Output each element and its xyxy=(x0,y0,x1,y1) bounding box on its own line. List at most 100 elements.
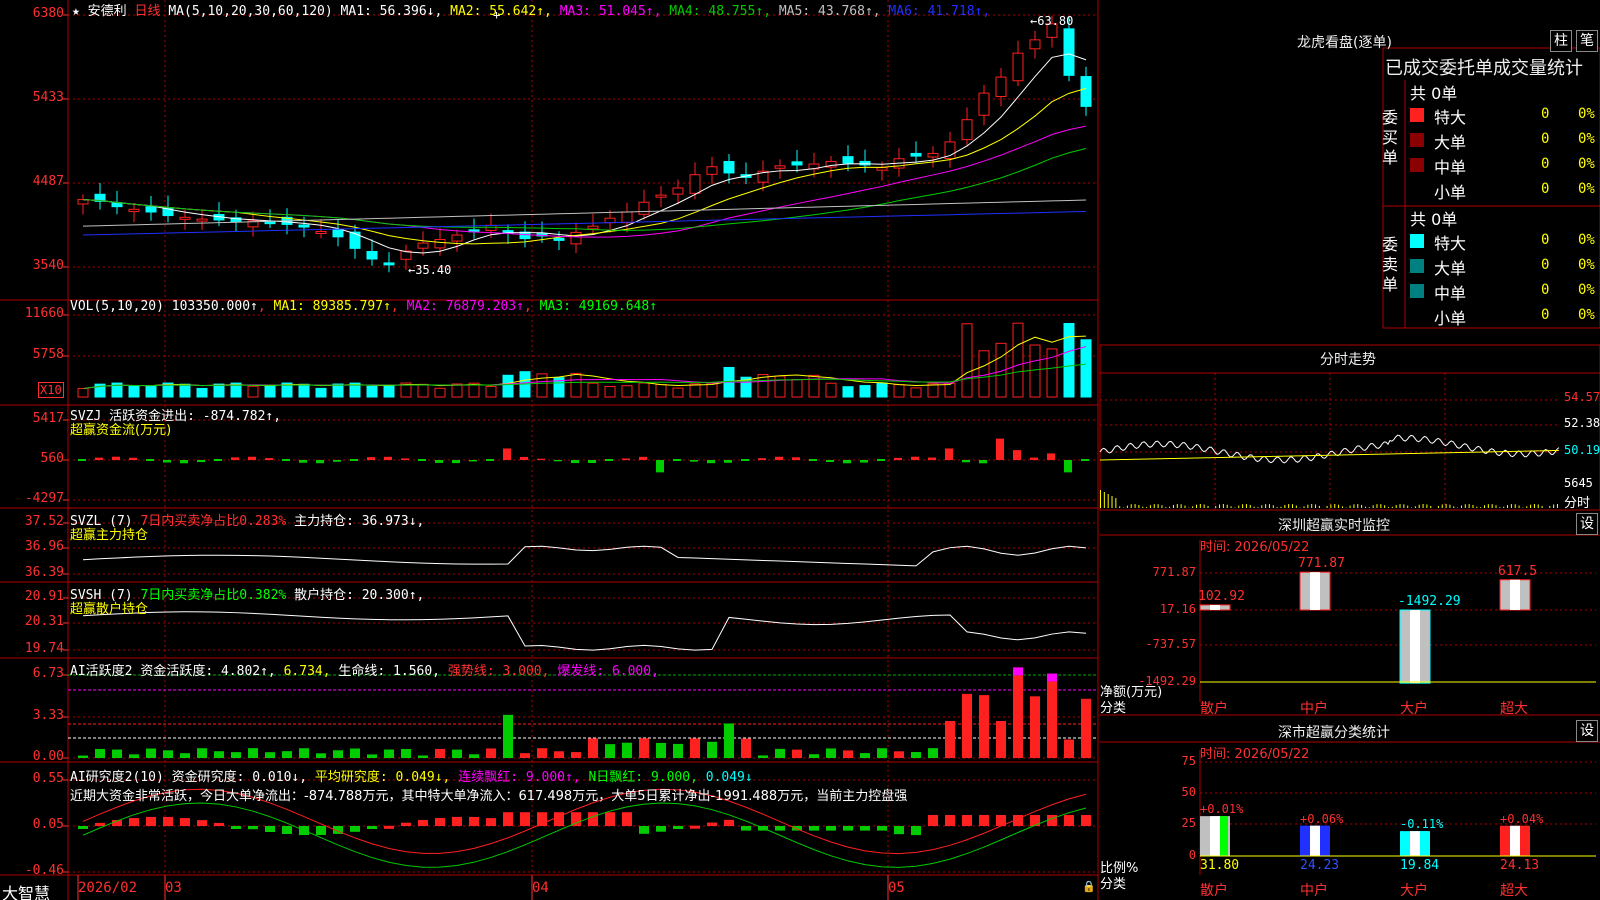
fenshi-vol-bar xyxy=(1426,504,1428,508)
fenshi-vol-bar xyxy=(1468,504,1470,508)
classify-time: 时间: 2026/05/22 xyxy=(1200,747,1310,762)
buy-orders-label: 委买单 xyxy=(1382,108,1399,167)
fenshi-vol-bar xyxy=(1403,504,1405,508)
activity-bar xyxy=(503,714,513,758)
fenshi-vol-bar xyxy=(1533,504,1535,508)
ai-activity-d: 强势线: 3.000, xyxy=(447,664,550,679)
svzj-bar xyxy=(316,460,324,464)
stock-name[interactable]: 安德利 xyxy=(88,4,127,19)
order-size-swatch xyxy=(1410,284,1424,298)
svzj-bar xyxy=(401,458,409,460)
research-bar xyxy=(265,826,275,832)
svsh-sub: 超赢散户持仓 xyxy=(70,602,149,617)
fenshi-vol-bar xyxy=(1330,504,1332,508)
svzj-bar xyxy=(452,460,460,464)
research-bar xyxy=(435,817,445,826)
fenshi-vol-bar xyxy=(1553,504,1555,508)
volume-bar xyxy=(774,375,786,398)
fenshi-vol-bar xyxy=(1268,504,1270,508)
order-pct: 0% xyxy=(1578,232,1595,248)
svzj-ytick: 560 xyxy=(40,451,64,466)
activity-bar xyxy=(1081,698,1091,758)
svzj-bar xyxy=(180,460,188,464)
research-bar xyxy=(1081,814,1091,826)
svzj-bar xyxy=(758,458,766,460)
candle-body xyxy=(196,218,208,222)
volume-bar xyxy=(451,383,463,398)
date-label: 03 xyxy=(165,880,182,896)
longhu-header: 已成交委托单成交量统计 xyxy=(1385,58,1583,79)
volume-bar xyxy=(825,382,837,398)
svzj-bar xyxy=(333,460,341,462)
volume-bar xyxy=(587,382,599,398)
svzj-bar xyxy=(231,457,239,460)
research-bar xyxy=(367,826,377,830)
svzj-bar xyxy=(112,456,120,460)
monitor-value: 771.87 xyxy=(1298,556,1345,572)
order-pct: 0% xyxy=(1578,181,1595,197)
volume-bar xyxy=(332,383,344,398)
fenshi-vol-bar xyxy=(1395,504,1397,508)
fenshi-vol-bar xyxy=(1100,490,1101,508)
svzj-bar xyxy=(299,460,307,463)
activity-bar xyxy=(588,738,598,758)
star-icon[interactable]: ★ xyxy=(72,4,80,19)
order-size-swatch xyxy=(1410,108,1424,122)
activity-bar xyxy=(571,752,581,758)
candle-body xyxy=(689,174,701,194)
fenshi-vol-bar xyxy=(1318,505,1320,508)
volume-bar xyxy=(621,385,633,398)
bar-mode-button[interactable]: 柱 xyxy=(1550,30,1572,52)
fenshi-vol-bar xyxy=(1315,504,1317,508)
volume-bar xyxy=(672,387,684,398)
research-bar xyxy=(588,812,598,826)
monitor-ytick: -1492.29 xyxy=(1138,674,1196,688)
period-label[interactable]: 日线 xyxy=(135,4,161,19)
activity-bar xyxy=(367,754,377,758)
ai-research-a: 资金研究度: 0.010↓, xyxy=(171,770,308,785)
research-bar xyxy=(622,812,632,826)
svzj-bar xyxy=(724,460,732,463)
fenshi-vol-bar xyxy=(1407,505,1409,508)
volume-bar xyxy=(247,385,259,398)
fenshi-vol-bar xyxy=(1111,496,1113,508)
vol-unit-badge: X10 xyxy=(38,382,64,398)
svzj-sub: 超赢资金流(万元) xyxy=(70,423,172,438)
activity-bar xyxy=(401,748,411,758)
research-bar xyxy=(571,812,581,826)
activity-bar xyxy=(809,754,819,758)
activity-bar xyxy=(979,695,989,758)
ai-research-d: N日飘红: 9.000, xyxy=(588,770,698,785)
fenshi-vol-bar xyxy=(1169,506,1171,508)
research-bar xyxy=(554,812,564,826)
activity-bar xyxy=(945,721,955,758)
activity-bar xyxy=(877,748,887,758)
lock-icon[interactable]: 🔒 xyxy=(1082,880,1096,893)
svzj-bar xyxy=(622,458,630,460)
volume-bar xyxy=(927,383,939,398)
fenshi-vol-bar xyxy=(1288,504,1290,508)
order-count: 0 xyxy=(1541,307,1550,323)
fenshi-vol-bar xyxy=(1265,504,1267,508)
research-bar xyxy=(282,826,292,835)
research-bar xyxy=(877,826,887,831)
activity-bar xyxy=(1047,681,1057,758)
monitor-settings-button[interactable]: 设 xyxy=(1576,513,1598,535)
monitor-ytick: -737.57 xyxy=(1145,637,1196,651)
classify-settings-button[interactable]: 设 xyxy=(1576,720,1598,742)
tick-mode-button[interactable]: 笔 xyxy=(1576,30,1598,52)
fenshi-vol-bar xyxy=(1146,507,1148,508)
activity-bar xyxy=(537,748,547,758)
volume-bar xyxy=(1080,339,1092,398)
candle-body xyxy=(842,156,854,164)
fenshi-vol-bar xyxy=(1249,504,1251,508)
fenshi-vol-bar xyxy=(1245,504,1247,508)
activity-bar xyxy=(554,751,564,758)
classify-ytick: 50 xyxy=(1181,785,1196,799)
monitor-xlabel: 分类 xyxy=(1100,701,1127,716)
candle-body xyxy=(791,161,803,166)
fenshi-vol-bar xyxy=(1107,494,1109,508)
research-bar xyxy=(979,814,989,826)
monitor-bar-highlight xyxy=(1410,610,1420,684)
research-bar xyxy=(78,826,88,829)
